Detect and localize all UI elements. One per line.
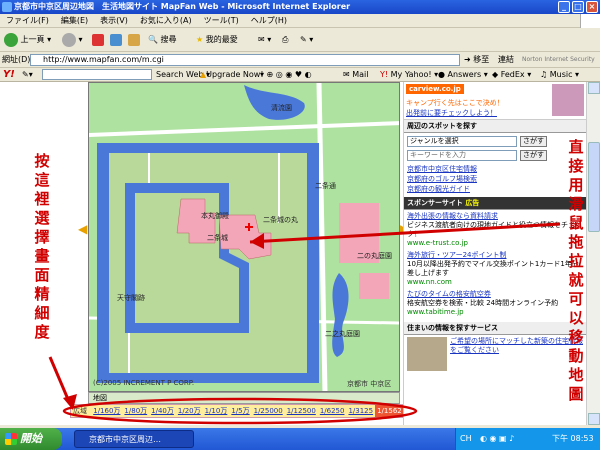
search-label: 搜尋	[160, 35, 177, 44]
arrow-right-shaft	[249, 222, 561, 244]
tray-language[interactable]: CH	[460, 428, 472, 450]
page-content: 清流園 本丸御殿 二条城 二条城の丸 天守閣跡 二之丸庭園 二条通 二の丸庭園 …	[0, 82, 600, 425]
answers-label: Answers	[447, 70, 482, 79]
standard-toolbar: 上一頁 ▾ ▾ 🔍 搜尋 ★ 我的最愛 ✉ ▾ ⎙ ✎ ▾	[0, 28, 600, 52]
yahoo-logo-icon[interactable]: Y!	[3, 69, 15, 81]
back-label: 上一頁	[20, 35, 45, 44]
window-titlebar: 京都市中京区周辺地図 生活地図サイト MapFan Web - Microsof…	[0, 0, 600, 14]
edit-button[interactable]: ✎ ▾	[300, 31, 313, 49]
answers-button[interactable]: ● Answers ▾	[438, 69, 488, 81]
address-url: http://www.mapfan.com/m.cgi	[43, 55, 164, 64]
search-icon: 🔍	[148, 35, 158, 44]
refresh-button[interactable]	[110, 31, 122, 49]
menu-help[interactable]: ヘルプ(H)	[245, 14, 293, 28]
address-label: 網址(D)	[2, 55, 31, 64]
taskbar-item-ie[interactable]: 京都市中京区周辺…	[74, 430, 194, 448]
yahoo-toolbar: Y! ✎▾ Search Web ▾ ▲Upgrade Now! ▾ ⊕ ◎ ◉…	[0, 68, 600, 82]
my-yahoo-button[interactable]: Y! My Yahoo! ▾	[380, 69, 438, 81]
back-button[interactable]: 上一頁 ▾	[4, 31, 51, 49]
go-button[interactable]: ➜ 移至	[464, 54, 489, 66]
back-arrow-icon	[4, 32, 18, 47]
start-label: 開始	[20, 432, 42, 445]
fedex-label: FedEx	[500, 70, 525, 79]
forward-arrow-icon	[62, 32, 76, 47]
yahoo-mail-label: Mail	[352, 70, 369, 79]
refresh-icon	[110, 33, 122, 46]
start-button[interactable]: 開始	[0, 428, 62, 450]
address-input[interactable]: http://www.mapfan.com/m.cgi	[30, 54, 460, 66]
arrow-right-head	[250, 233, 264, 249]
menu-bar: ファイル(F) 編集(E) 表示(V) お気に入り(A) ツール(T) ヘルプ(H)	[0, 14, 600, 28]
windows-logo-icon	[580, 14, 600, 28]
menu-file[interactable]: ファイル(F)	[0, 14, 55, 28]
minimize-button[interactable]: _	[558, 1, 570, 13]
go-label: 移至	[473, 55, 490, 64]
upgrade-label: Upgrade Now!	[206, 70, 264, 79]
music-button[interactable]: ♫ Music ▾	[540, 69, 579, 81]
yahoo-mail-button[interactable]: ✉ Mail	[343, 69, 369, 81]
stop-icon	[92, 33, 104, 46]
menu-tools[interactable]: ツール(T)	[198, 14, 245, 28]
music-label: Music	[549, 70, 573, 79]
print-icon: ⎙	[282, 35, 289, 44]
taskbar-item-label: 京都市中京区周辺…	[89, 435, 161, 444]
close-button[interactable]: ×	[586, 1, 598, 13]
mail-button[interactable]: ✉ ▾	[258, 31, 271, 49]
my-yahoo-label: My Yahoo!	[390, 70, 432, 79]
my-yahoo-icon: Y!	[380, 70, 389, 79]
maximize-button[interactable]: □	[572, 1, 584, 13]
favorites-star-icon: ★	[196, 35, 204, 44]
pencil-icon[interactable]: ✎▾	[22, 69, 33, 81]
menu-favorites[interactable]: お気に入り(A)	[134, 14, 198, 28]
search-web-label: Search Web	[156, 70, 204, 79]
yahoo-search-input[interactable]	[42, 69, 152, 80]
home-button[interactable]	[128, 31, 140, 49]
annotation-arrows	[48, 222, 561, 425]
upgrade-button[interactable]: ▲Upgrade Now!	[200, 69, 264, 81]
ie-icon	[2, 2, 12, 12]
favorites-label: 我的最愛	[205, 35, 238, 44]
windows-flag-icon	[5, 433, 17, 445]
links-button[interactable]: 連結	[498, 54, 514, 66]
mail-icon: ✉	[258, 35, 265, 44]
search-button[interactable]: 🔍 搜尋	[148, 31, 177, 49]
taskbar: 開始 京都市中京区周辺… CH ◐ ◉ ▣ ♪ 下午 08:53	[0, 428, 600, 450]
print-button[interactable]: ⎙	[282, 31, 288, 49]
tray-icons[interactable]: ◐ ◉ ▣ ♪	[480, 428, 514, 450]
yahoo-icons-group[interactable]: ▾ ⊕ ◎ ◉ ♥ ◐	[260, 69, 312, 81]
address-bar: 網址(D) http://www.mapfan.com/m.cgi ➜ 移至 連…	[0, 52, 600, 68]
edit-icon: ✎	[300, 35, 307, 44]
norton-toolbar[interactable]: Norton Internet Security	[522, 54, 595, 66]
forward-button[interactable]: ▾	[62, 31, 83, 49]
system-tray: CH ◐ ◉ ▣ ♪ 下午 08:53	[455, 428, 600, 450]
stop-button[interactable]	[92, 31, 104, 49]
home-icon	[128, 33, 140, 46]
menu-edit[interactable]: 編集(E)	[55, 14, 94, 28]
scale-highlight-ellipse	[62, 397, 418, 425]
tray-clock: 下午 08:53	[552, 434, 594, 443]
favorites-button[interactable]: ★ 我的最愛	[196, 31, 238, 49]
window-title: 京都市中京区周辺地図 生活地図サイト MapFan Web - Microsof…	[14, 2, 351, 11]
fedex-button[interactable]: ◆ FedEx ▾	[492, 69, 531, 81]
menu-view[interactable]: 表示(V)	[94, 14, 134, 28]
